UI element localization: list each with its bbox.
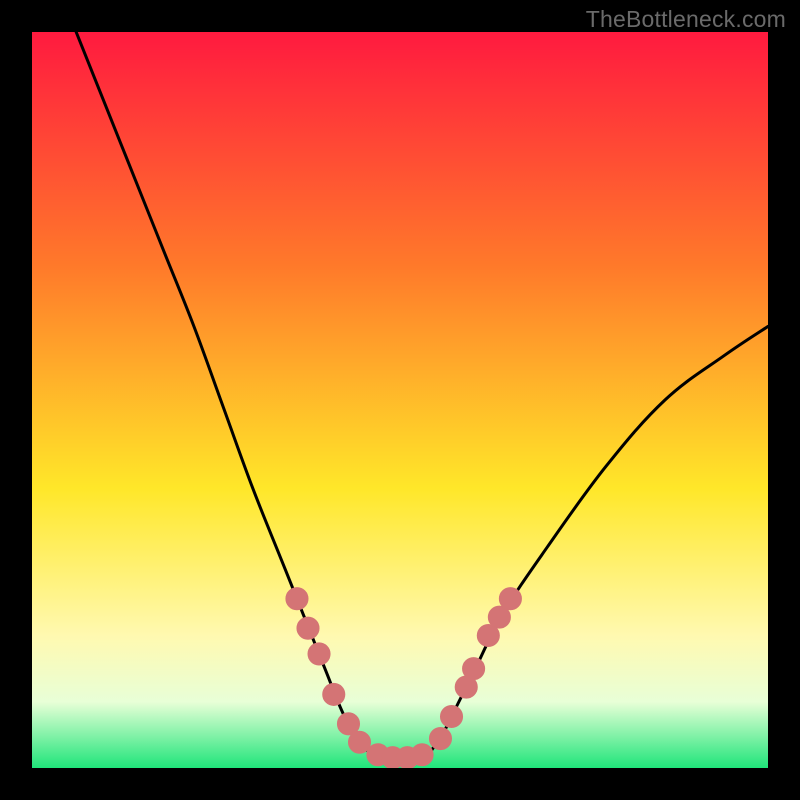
bottleneck-curve-chart bbox=[32, 32, 768, 768]
data-marker bbox=[308, 643, 330, 665]
data-marker bbox=[440, 705, 462, 727]
data-marker bbox=[411, 744, 433, 766]
gradient-background bbox=[32, 32, 768, 768]
data-marker bbox=[429, 728, 451, 750]
data-marker bbox=[297, 617, 319, 639]
data-marker bbox=[286, 588, 308, 610]
data-marker bbox=[499, 588, 521, 610]
data-marker bbox=[348, 731, 370, 753]
data-marker bbox=[323, 683, 345, 705]
plot-area bbox=[32, 32, 768, 768]
chart-frame: TheBottleneck.com bbox=[0, 0, 800, 800]
watermark-text: TheBottleneck.com bbox=[586, 6, 786, 33]
data-marker bbox=[463, 658, 485, 680]
